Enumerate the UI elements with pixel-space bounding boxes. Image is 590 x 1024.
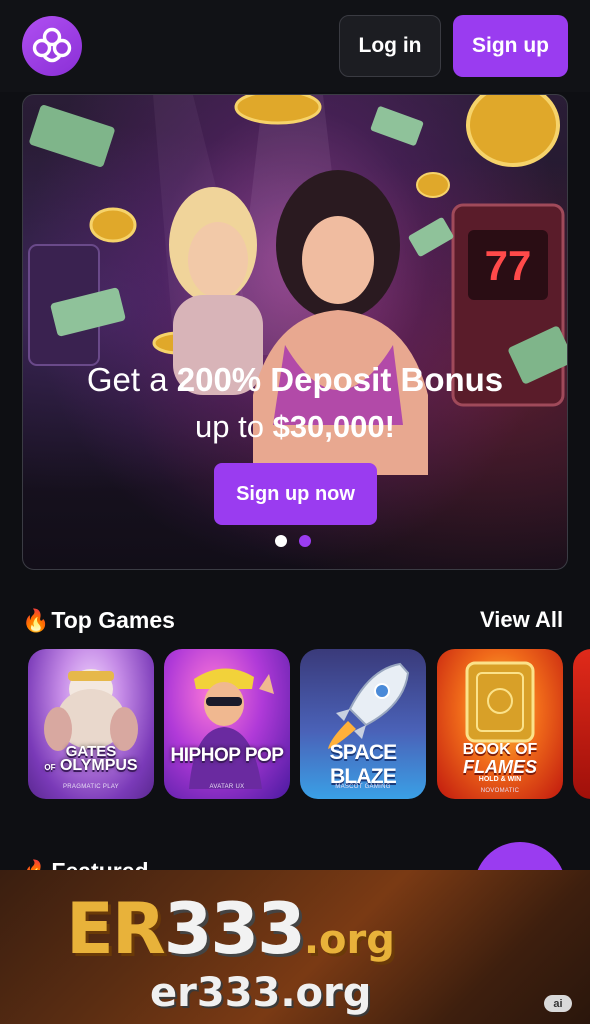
watermark-url: er333.org	[150, 970, 372, 1016]
game-provider: AVATAR UX	[209, 784, 245, 790]
game-title: SPACE BLAZE	[329, 741, 398, 788]
top-header: Log in Sign up	[0, 0, 590, 92]
carousel-dot-2[interactable]	[299, 535, 311, 547]
game-title: HIPHOP POP	[170, 745, 284, 766]
svg-text:77: 77	[485, 242, 532, 289]
game-provider: PRAGMATIC PLAY	[63, 784, 119, 790]
fire-icon: 🔥	[22, 607, 50, 633]
login-button[interactable]: Log in	[339, 15, 441, 77]
game-title-line2: FLAMES	[463, 757, 537, 777]
view-all-link[interactable]: View All	[480, 607, 563, 633]
game-tile-gates-of-olympus[interactable]: GATES OF OLYMPUS PRAGMATIC PLAY	[28, 649, 154, 799]
carousel-dot-1[interactable]	[275, 535, 287, 547]
game-provider: NOVOMATIC	[480, 788, 520, 794]
watermark-banner: ER333.org er333.org	[0, 870, 590, 1024]
promo-subheadline: up to $30,000!	[195, 409, 395, 444]
game-tile-partial[interactable]	[573, 649, 590, 799]
watermark-logo-text: ER333.org	[66, 888, 395, 970]
infinity-clover-logo-icon[interactable]	[22, 16, 82, 76]
game-tile-book-of-flames[interactable]: BOOK OF FLAMES HOLD & WIN NOVOMATIC	[437, 649, 563, 799]
game-tile-hiphop-pop[interactable]: HIPHOP POP AVATAR UX	[164, 649, 290, 799]
zeus-illustration	[44, 669, 138, 751]
signup-button[interactable]: Sign up	[453, 15, 568, 77]
ai-badge: ai	[544, 995, 572, 1012]
game-title-line2: OF OLYMPUS	[44, 757, 138, 774]
promo-banner[interactable]: 77 Get a 200% Deposit Bonus up to $30,00…	[22, 94, 568, 570]
hiphop-character-illustration	[189, 668, 274, 789]
game-provider: MASCOT GAMING	[335, 784, 391, 790]
top-games-heading: 🔥 Top Games	[22, 607, 175, 634]
carousel-dots	[275, 535, 311, 547]
promo-signup-button[interactable]: Sign up now	[214, 463, 377, 525]
game-tile-space-blaze[interactable]: SPACE BLAZE MASCOT GAMING	[300, 649, 426, 799]
promo-headline: Get a 200% Deposit Bonus	[86, 361, 504, 398]
top-games-title: Top Games	[51, 607, 175, 633]
game-subtitle: HOLD & WIN	[478, 776, 522, 783]
